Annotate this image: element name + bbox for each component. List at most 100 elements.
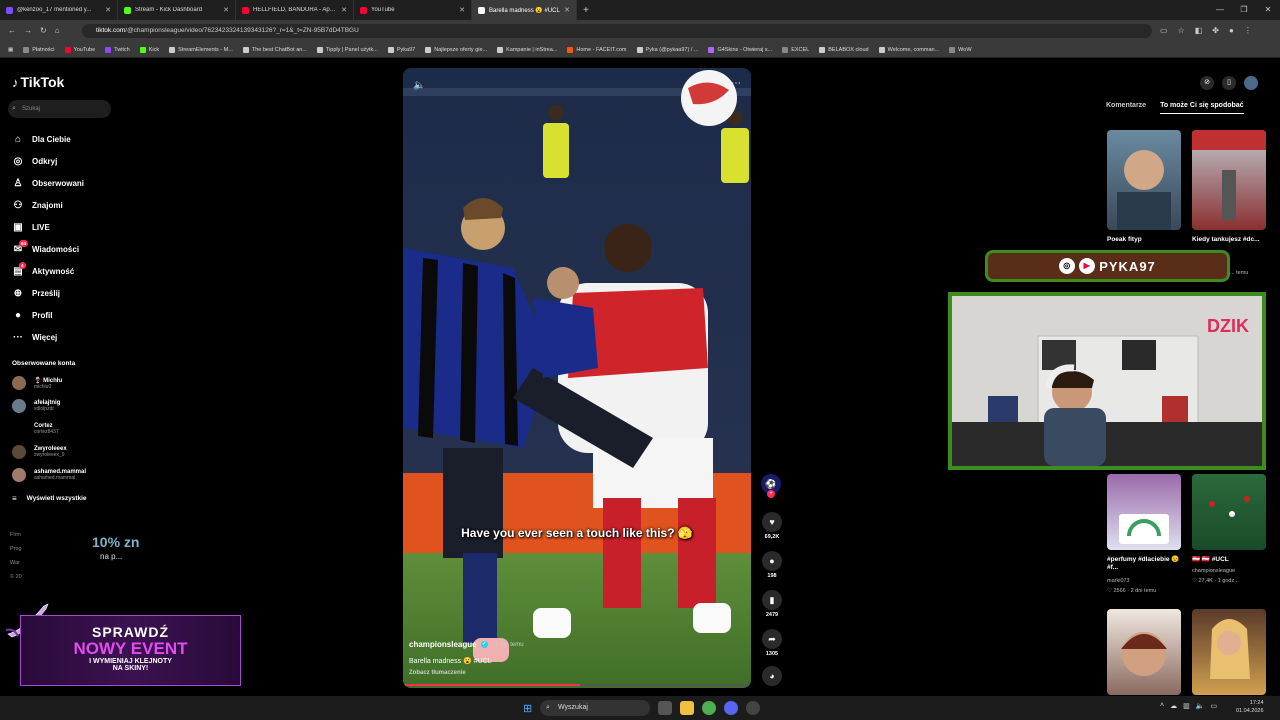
taskbar-search[interactable]: ⌕ Wyszukaj [540,700,650,716]
followed-account[interactable]: Zwyroleeex zwyroleeex_9 [12,441,67,463]
recommended-video-thumb[interactable] [1192,609,1266,695]
discord-icon[interactable] [724,701,738,715]
bookmark-item[interactable]: Pyka97 [387,46,415,53]
sidebar-item-profile[interactable]: ● Profil [12,304,84,326]
music-disc-icon[interactable]: ◕ [762,666,782,686]
task-view-icon[interactable] [658,701,672,715]
recommended-video-thumb[interactable] [1107,609,1181,695]
followed-account[interactable]: afelajtnig xdlolpzdr [12,395,60,417]
sidebar-item-live[interactable]: ▣ LIVE [12,216,84,238]
windows-start-icon[interactable]: ⊞ [523,702,532,715]
video-title[interactable]: Poeak fityp [1107,236,1181,244]
star-icon[interactable]: ☆ [1178,26,1185,35]
browser-tab[interactable]: Stream - Kick Dashboard ✕ [118,0,236,20]
bookmark-item[interactable]: Kampanie | inStrea... [497,46,557,53]
clock[interactable]: 17:24 01.04.2026 [1236,699,1264,715]
sidebar-item-messages[interactable]: ✉ 64 Wiadomości [12,238,84,260]
video-progress-bar[interactable] [405,684,749,686]
obs-icon[interactable] [746,701,760,715]
followed-account[interactable]: Cortez cortez8437 [12,418,59,440]
bookmark-button[interactable]: ▮ 2479 [761,590,783,618]
bookmark-item[interactable]: YouTube [64,46,95,53]
browser-tab[interactable]: HELLFIELD, BANDURA - Aparta... ✕ [236,0,354,20]
minimize-icon[interactable]: — [1208,0,1232,20]
bookmark-item[interactable]: StreamElements - M... [169,46,233,53]
followed-account[interactable]: ashamed.mammal ashamed.mammal [12,464,86,486]
battery-icon[interactable]: ▭ [1210,702,1217,710]
close-tab-icon[interactable]: ✕ [223,6,229,14]
followed-account[interactable]: 🍷 Michłu michlu0 [12,372,62,394]
creator-avatar[interactable]: ⚽ + [760,474,782,498]
back-icon[interactable]: ← [8,26,16,35]
recommended-video-thumb[interactable] [1107,130,1181,230]
volume-icon[interactable]: 🔈 [1196,702,1205,710]
cast-icon[interactable]: ▭ [1160,26,1168,35]
see-all-link[interactable]: ≡ Wyświetl wszystkie [12,494,87,503]
sidebar-item-friends[interactable]: ⚇ Znajomi [12,194,84,216]
onedrive-icon[interactable]: ☁ [1170,702,1177,710]
video-author[interactable]: championsleague ✓ · 1 dn. temu [409,640,524,649]
puzzle-icon[interactable]: ✤ [1212,26,1219,35]
forward-icon[interactable]: → [24,26,32,35]
video-player[interactable] [403,68,751,688]
bookmark-item[interactable]: Tipply | Panel użytk... [316,46,378,53]
close-window-icon[interactable]: ✕ [1256,0,1280,20]
heart-button[interactable]: ♥ 69,2K [761,512,783,540]
phone-icon[interactable]: ▯ [1222,76,1236,90]
close-tab-icon[interactable]: ✕ [564,6,570,14]
video-author-name[interactable]: marki073 [1107,578,1130,584]
translate-link[interactable]: Zobacz tłumaczenie [409,670,466,676]
bookmark-item[interactable]: The best ChatBot an... [242,46,307,53]
maximize-icon[interactable]: ❐ [1232,0,1256,20]
share-button[interactable]: ➦ 1305 [761,629,783,657]
video-author-name[interactable]: championsleague [1192,568,1235,574]
new-tab-icon[interactable]: + [583,5,589,16]
browser-tab[interactable]: @kenzoo_17 mentioned y... ✕ [0,0,118,20]
bookmark-item[interactable]: Kick [139,46,159,53]
volume-icon[interactable]: 🔈 [413,80,425,91]
sidebar-item-compass[interactable]: ◎ Odkryj [12,150,84,172]
browser-tab-active[interactable]: Barella madness 😮 #UCL ✕ [472,0,577,20]
apps-icon[interactable]: ▦ [8,47,13,53]
bookmark-item[interactable]: G4Skins - Otwieraj s... [708,46,772,53]
event-banner[interactable]: SPRAWDŹ NOWY EVENT I WYMIENIAJ KLEJNOTY … [20,615,241,686]
bookmark-item[interactable]: WoW [949,46,972,53]
tab-recommended[interactable]: To może Ci się spodobać [1160,102,1244,114]
bookmark-item[interactable]: BELABOX cloud [819,46,869,53]
user-avatar[interactable] [1244,76,1258,90]
sidebar-item-following[interactable]: ♙ Obserwowani [12,172,85,194]
profile-avatar[interactable]: ● [1229,26,1234,35]
bookmark-item[interactable]: Home - FACEIT.com [567,46,627,53]
comment-button[interactable]: ● 198 [761,551,783,579]
chrome-icon[interactable] [702,701,716,715]
sidebar-item-upload[interactable]: ⊕ Prześlij [12,282,84,304]
reload-icon[interactable]: ↻ [40,26,47,35]
chevron-up-icon[interactable]: ˄ [1160,702,1164,710]
menu-icon[interactable]: ⋮ [1244,26,1252,35]
sidebar-item-more[interactable]: ··· Więcej [12,326,84,348]
block-icon[interactable]: ⊘ [1200,76,1214,90]
url-input[interactable]: tiktok.com/@championsleague/video/762342… [82,24,1152,38]
bookmark-item[interactable]: Welcome, comman... [878,46,939,53]
video-title[interactable]: #perfumy #dlaciebie 😉 #f... [1107,556,1187,572]
bookmark-item[interactable]: Twitch [105,46,130,53]
close-tab-icon[interactable]: ✕ [459,6,465,14]
video-title[interactable]: 🇦🇹 🇦🇹 #UCL [1192,556,1272,564]
browser-tab[interactable]: YouTube ✕ [354,0,472,20]
recommended-video-thumb[interactable] [1192,130,1266,230]
search-input[interactable]: ⌕ Szukaj [8,100,111,118]
home-icon[interactable]: ⌂ [55,26,60,35]
tab-comments[interactable]: Komentarze [1106,102,1146,114]
bookmark-item[interactable]: Pyka (@pykaa97) / ... [636,46,698,53]
recommended-video-thumb[interactable] [1107,474,1181,550]
sidebar-item-home[interactable]: ⌂ Dla Ciebie [12,128,84,150]
bookmark-item[interactable]: Płatności [23,46,55,53]
extension-icon[interactable]: ◧ [1195,26,1203,35]
bookmark-item[interactable]: Najlepsze oferty gie... [425,46,487,53]
bookmark-item[interactable]: EXCEL [782,46,809,53]
file-explorer-icon[interactable] [680,701,694,715]
more-options-icon[interactable]: ⋯ [731,78,741,89]
network-icon[interactable]: ▥ [1183,702,1190,710]
sidebar-item-activity[interactable]: ▤ 4 Aktywność [12,260,84,282]
close-tab-icon[interactable]: ✕ [341,6,347,14]
